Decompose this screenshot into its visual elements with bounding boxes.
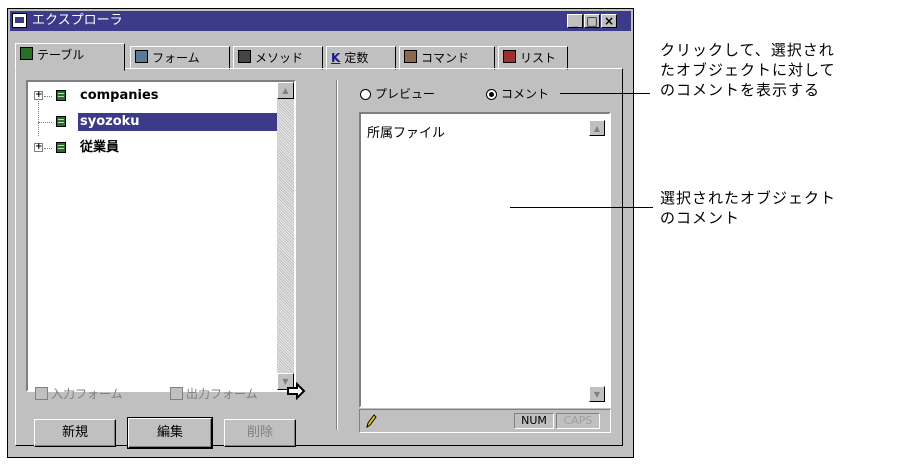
radio-button-selected [486,89,497,100]
callout-leader-top [560,93,650,94]
tab-form-label: フォーム [152,51,200,65]
tree-connector [44,96,52,97]
expand-icon[interactable]: + [34,91,43,100]
tab-list[interactable]: リスト [498,46,568,70]
tab-table-label: テーブル [37,48,85,62]
pencil-icon[interactable] [364,413,378,433]
new-button[interactable]: 新規 [34,419,116,447]
callout-leader-middle [510,207,653,208]
checkbox-box [35,387,48,400]
tree-item-label: 従業員 [80,140,120,155]
expand-icon[interactable]: + [34,143,43,152]
delete-button[interactable]: 削除 [224,419,296,447]
table-tree[interactable]: + companies syozoku + 従業員 ▲ ▼ [26,80,296,392]
tab-form[interactable]: フォーム [130,46,230,70]
command-icon [404,50,417,63]
comment-textarea[interactable]: 所属ファイル ▲ ▼ [359,112,611,408]
callout-middle-line-2: のコメント [660,209,741,227]
caps-indicator: CAPS [556,413,600,429]
status-bar: NUM CAPS [359,409,611,433]
callout-top: クリックして、選択され たオブジェクトに対して のコメントを表示する [660,40,836,100]
arrow-right-icon[interactable] [286,381,306,404]
callout-top-line-3: のコメントを表示する [660,81,821,99]
tab-method[interactable]: メソッド [233,46,323,70]
maximize-button[interactable]: □ [584,14,600,28]
app-icon [12,13,27,28]
checkbox-box [170,387,183,400]
callout-top-line-2: たオブジェクトに対して [660,61,836,79]
list-icon [503,50,516,63]
edit-button[interactable]: 編集 [127,417,213,449]
tab-constant-label: 定数 [344,51,369,65]
scroll-down-icon[interactable]: ▼ [589,386,605,402]
output-form-checkbox[interactable]: 出力フォーム [170,385,258,402]
tree-item-label: syozoku [78,113,292,131]
tree-scrollbar[interactable]: ▲ ▼ [277,82,294,390]
title-bar[interactable]: エクスプローラ _ □ × [10,11,631,31]
minimize-button[interactable]: _ [567,14,583,28]
num-indicator: NUM [514,413,554,429]
tab-method-label: メソッド [255,51,304,65]
table-icon [56,116,66,127]
output-form-label: 出力フォーム [186,387,258,401]
callout-top-line-1: クリックして、選択され [660,41,835,59]
tab-list-label: リスト [520,51,557,65]
scroll-up-icon[interactable]: ▲ [589,120,605,136]
table-icon [56,142,66,153]
input-form-checkbox[interactable]: 入力フォーム [35,385,123,402]
tab-command[interactable]: コマンド [399,46,495,70]
scroll-up-icon[interactable]: ▲ [277,82,294,99]
tree-item-label: companies [80,88,159,103]
comment-radio[interactable]: コメント [486,85,549,102]
table-icon [56,90,66,101]
comment-text: 所属ファイル [367,126,446,141]
preview-label: プレビュー [375,87,436,101]
callout-middle-line-1: 選択されたオブジェクト [660,189,837,207]
window-title: エクスプローラ [32,13,123,28]
form-icon [135,50,148,63]
panel-divider [336,80,338,430]
close-button[interactable]: × [601,14,617,28]
table-icon [20,47,33,60]
tab-command-label: コマンド [421,51,470,65]
tab-constant[interactable]: K 定数 [326,46,396,70]
callout-middle: 選択されたオブジェクト のコメント [660,188,836,228]
input-form-label: 入力フォーム [51,387,123,401]
method-icon [238,50,251,63]
comment-label: コメント [501,87,550,101]
preview-radio[interactable]: プレビュー [360,85,435,102]
tree-connector [44,148,52,149]
tree-connector [38,122,52,123]
radio-button [360,89,371,100]
tree-line [38,96,40,136]
constant-icon: K [331,51,341,65]
tab-table[interactable]: テーブル [15,43,125,71]
